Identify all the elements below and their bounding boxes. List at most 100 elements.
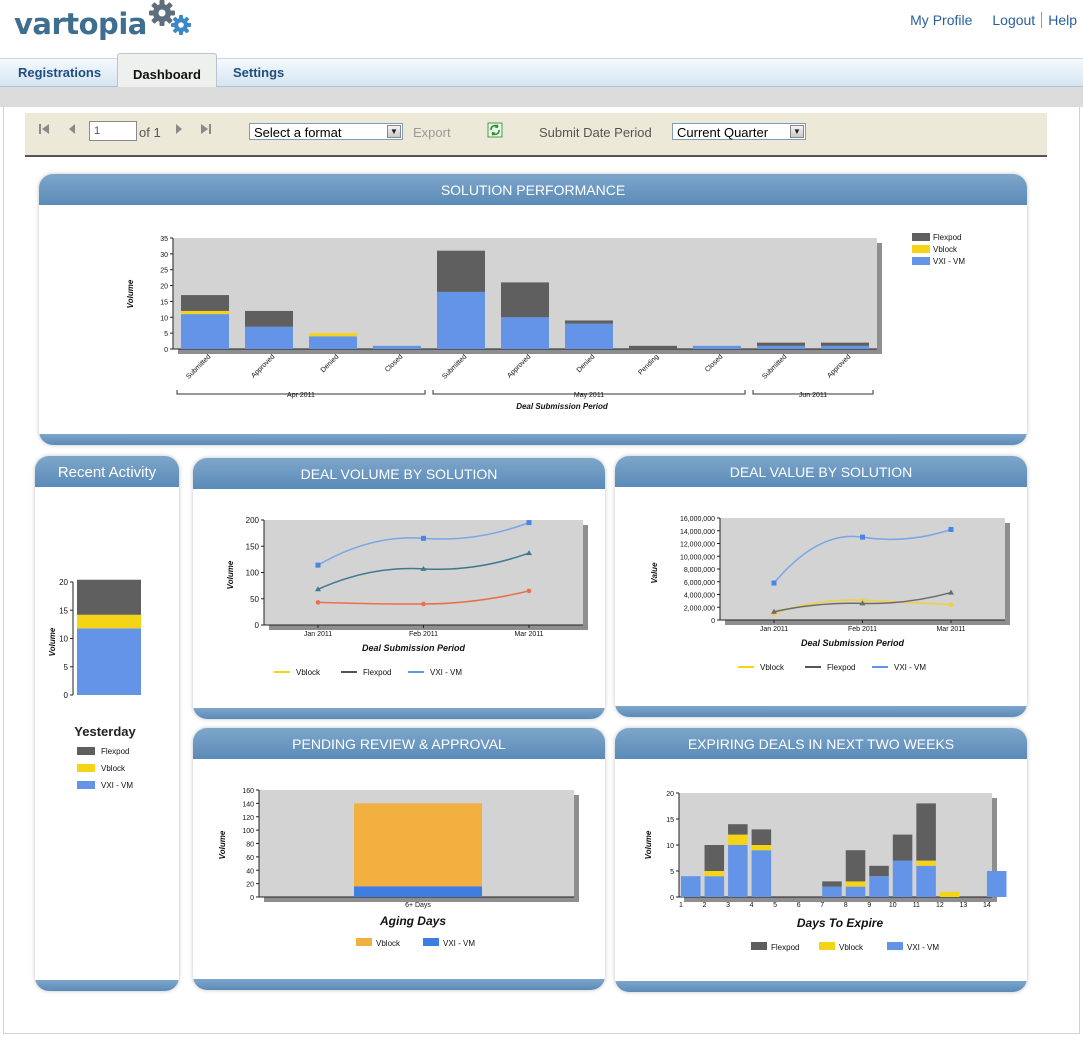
logout-link[interactable]: Logout bbox=[992, 12, 1043, 28]
legend-label: Flexpod bbox=[363, 668, 391, 677]
bar-vxi-vm bbox=[693, 345, 741, 349]
legend-label: Vblock bbox=[933, 245, 958, 254]
x-tick-label: 3 bbox=[726, 902, 730, 909]
y-tick-label: 0 bbox=[164, 347, 168, 354]
data-point bbox=[526, 520, 532, 526]
legend-label: Flexpod bbox=[771, 943, 799, 952]
y-tick-label: 15 bbox=[59, 606, 68, 615]
x-tick-label: Mar 2011 bbox=[514, 631, 543, 638]
next-page-icon[interactable] bbox=[173, 122, 185, 139]
y-tick-label: 0 bbox=[64, 691, 69, 700]
legend-label: VXI - VM bbox=[430, 668, 462, 677]
bar-vxi-vm bbox=[986, 871, 1007, 897]
main-tabs: Registrations Dashboard Settings bbox=[0, 53, 1083, 88]
x-tick-label: 7 bbox=[820, 902, 824, 909]
recent-activity-chart: 0 5 10 15 20 Volume Yesterday Flexpod Vblock VXI … bbox=[48, 578, 141, 790]
group-label: May 2011 bbox=[574, 392, 604, 399]
x-tick-label: 1 bbox=[679, 902, 683, 909]
bar-vxi-vm bbox=[565, 323, 613, 349]
y-tick-label: 25 bbox=[160, 268, 168, 275]
page-of-label: of 1 bbox=[139, 125, 161, 140]
y-tick-label: 15 bbox=[666, 817, 674, 824]
y-tick-label: 16,000,000 bbox=[680, 516, 715, 523]
data-point bbox=[771, 580, 777, 586]
bar-flexpod bbox=[704, 845, 725, 871]
bar-flexpod bbox=[77, 579, 141, 615]
y-tick-label: 100 bbox=[242, 828, 254, 835]
y-tick-label: 10 bbox=[666, 843, 674, 850]
y-tick-label: 4,000,000 bbox=[684, 593, 715, 600]
y-tick-label: 0 bbox=[670, 895, 674, 902]
first-page-icon[interactable] bbox=[37, 122, 51, 139]
period-select[interactable]: Current Quarter ▼ bbox=[672, 123, 806, 140]
expiring-deals-chart: 05101520Volume1 2 3 4 5 6 7 8 9 10 11 12 13 14Days To… bbox=[644, 791, 1007, 952]
y-axis-label: Volume bbox=[226, 560, 235, 589]
legend-label: VXI - VM bbox=[101, 781, 133, 790]
bar-vxi-vm bbox=[309, 336, 357, 349]
y-tick-label: 20 bbox=[160, 284, 168, 291]
y-tick-label: 50 bbox=[250, 595, 259, 604]
x-tick-label: Approved bbox=[826, 353, 852, 379]
last-page-icon[interactable] bbox=[199, 122, 213, 139]
bar-vxi-vm bbox=[892, 860, 913, 897]
deal-volume-chart: 0 50 100 150 200 Volume Jan 2011 Feb 2011 Mar 20… bbox=[226, 516, 588, 677]
legend-label: VXI - VM bbox=[933, 257, 965, 266]
y-tick-label: 80 bbox=[246, 842, 254, 849]
x-tick-label: 6 bbox=[797, 902, 801, 909]
format-select[interactable]: Select a format ▼ bbox=[249, 123, 403, 140]
pending-review-panel: PENDING REVIEW & APPROVAL 0 20 40 60 80 100 12… bbox=[193, 728, 605, 990]
x-tick-label: 10 bbox=[889, 902, 897, 909]
x-axis-label: Deal Submission Period bbox=[362, 643, 466, 653]
y-tick-label: 10,000,000 bbox=[680, 554, 715, 561]
bar-vblock bbox=[309, 333, 357, 337]
y-tick-label: 40 bbox=[246, 868, 254, 875]
y-tick-label: 10 bbox=[59, 635, 68, 644]
x-tick-label: 5 bbox=[773, 902, 777, 909]
refresh-icon[interactable] bbox=[487, 122, 503, 141]
y-tick-label: 60 bbox=[246, 855, 254, 862]
page-number-input[interactable]: 1 bbox=[89, 121, 137, 141]
tab-settings[interactable]: Settings bbox=[218, 59, 299, 86]
x-tick-label: Closed bbox=[704, 353, 724, 373]
legend-swatch bbox=[77, 781, 95, 789]
bar-vxi-vm bbox=[869, 876, 889, 897]
bar-vxi-vm bbox=[437, 291, 485, 349]
header-links: My Profile Logout Help bbox=[910, 12, 1077, 28]
legend-label: Flexpod bbox=[933, 233, 961, 242]
logo-text: vartopia bbox=[14, 7, 147, 41]
bar-flexpod bbox=[181, 295, 229, 311]
vartopia-logo[interactable]: vartopia bbox=[14, 0, 194, 44]
y-tick-label: 15 bbox=[160, 299, 168, 306]
x-tick-label: Denied bbox=[576, 353, 597, 374]
legend-swatch bbox=[77, 764, 95, 772]
bar-flexpod bbox=[437, 250, 485, 292]
x-tick-label: Submitted bbox=[761, 353, 788, 380]
bar-vblock bbox=[728, 834, 748, 845]
y-tick-label: 100 bbox=[246, 569, 260, 578]
legend-label: Vblock bbox=[101, 764, 126, 773]
y-axis-label: Volume bbox=[218, 830, 227, 859]
bar-vblock bbox=[751, 845, 772, 851]
tab-registrations[interactable]: Registrations bbox=[3, 59, 116, 86]
y-tick-label: 0 bbox=[250, 895, 254, 902]
chevron-down-icon: ▼ bbox=[387, 125, 401, 138]
y-axis-label: Volume bbox=[126, 279, 135, 308]
my-profile-link[interactable]: My Profile bbox=[910, 12, 972, 28]
x-tick-label: Jan 2011 bbox=[760, 626, 788, 633]
y-tick-label: 20 bbox=[246, 882, 254, 889]
help-link[interactable]: Help bbox=[1048, 12, 1077, 28]
export-link[interactable]: Export bbox=[413, 125, 451, 140]
bar-flexpod bbox=[822, 881, 842, 887]
legend-label: Vblock bbox=[376, 939, 401, 948]
prev-page-icon[interactable] bbox=[66, 122, 78, 139]
y-axis-label: Value bbox=[650, 562, 659, 584]
x-tick-label: Submitted bbox=[185, 353, 212, 380]
x-tick-label: Feb 2011 bbox=[848, 626, 877, 633]
bar-vxi-vm bbox=[354, 886, 482, 897]
y-axis-label: Volume bbox=[48, 627, 57, 656]
legend-label: Vblock bbox=[296, 668, 321, 677]
tab-dashboard[interactable]: Dashboard bbox=[117, 53, 217, 88]
y-tick-label: 20 bbox=[59, 578, 68, 587]
plot-area bbox=[264, 520, 583, 625]
legend-swatch bbox=[423, 938, 439, 946]
